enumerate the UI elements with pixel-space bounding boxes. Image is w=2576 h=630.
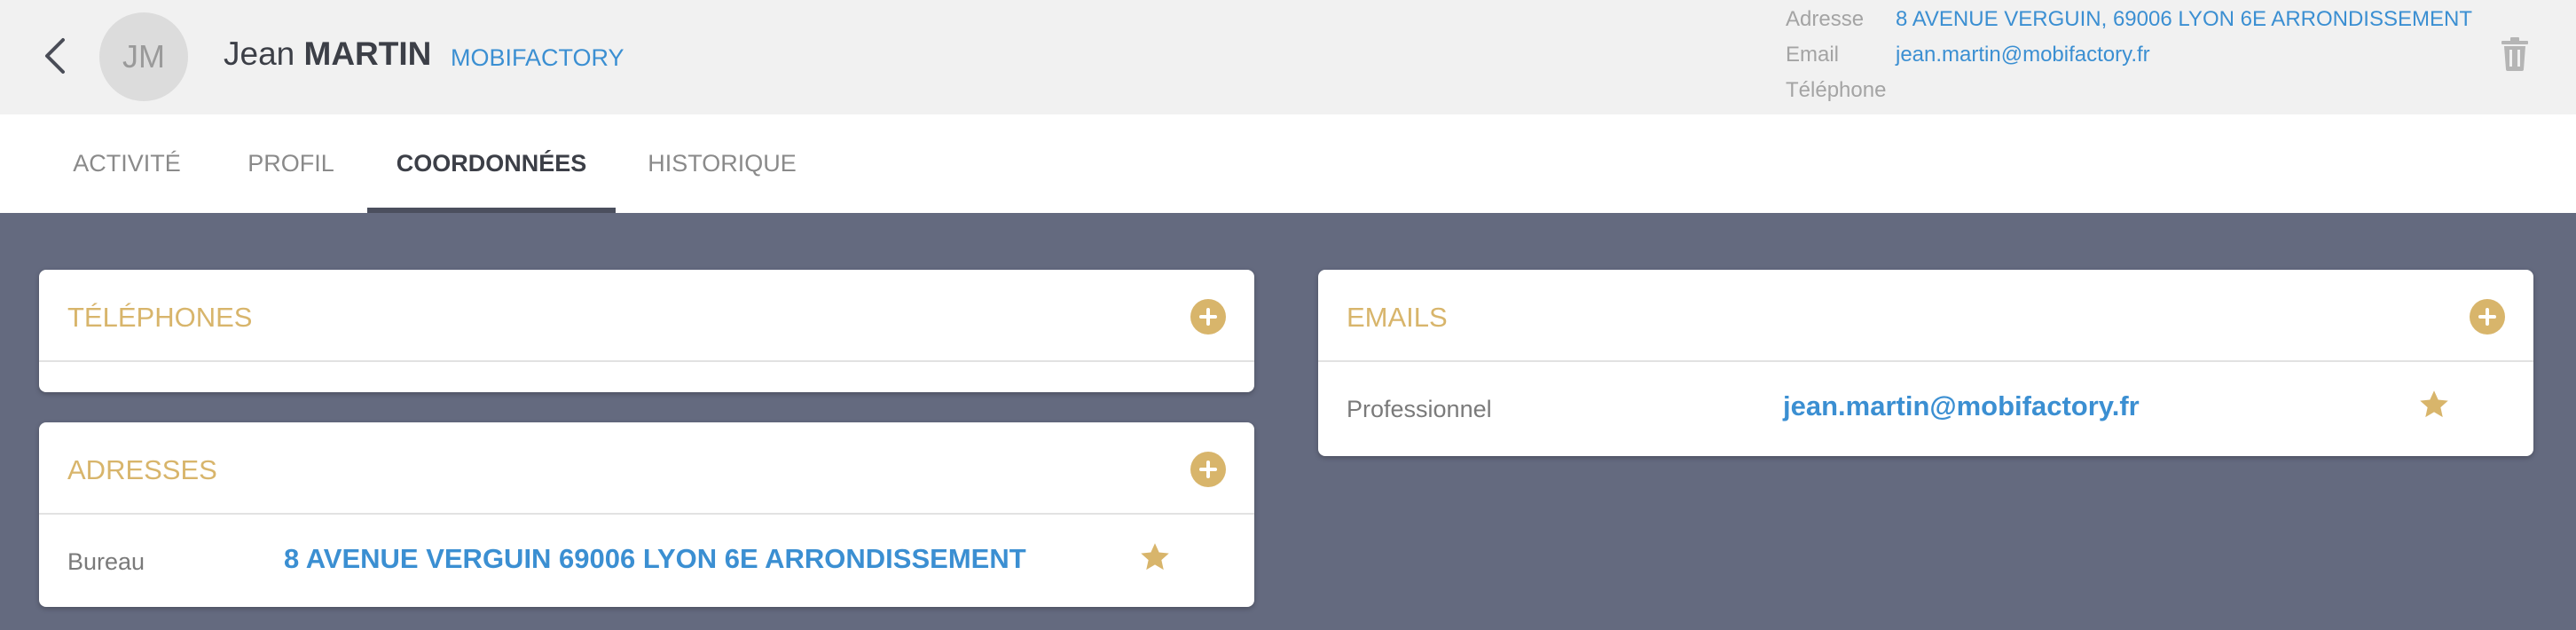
summary-phone-label: Téléphone bbox=[1786, 78, 1887, 102]
favorite-star-icon[interactable] bbox=[1139, 541, 1171, 573]
first-name: Jean bbox=[224, 35, 295, 72]
phones-card-title: TÉLÉPHONES bbox=[67, 302, 253, 333]
email-type-label: Professionnel bbox=[1347, 396, 1492, 422]
phones-card-header: TÉLÉPHONES bbox=[39, 270, 1254, 362]
last-name: MARTIN bbox=[303, 35, 432, 72]
tab-historique[interactable]: HISTORIQUE bbox=[633, 114, 811, 213]
emails-card: EMAILS Professionnel jean.martin@mobifac… bbox=[1318, 270, 2533, 456]
emails-card-header: EMAILS bbox=[1318, 270, 2533, 362]
add-phone-button[interactable] bbox=[1190, 299, 1226, 335]
delete-button[interactable] bbox=[2500, 37, 2530, 71]
contact-summary: Adresse 8 AVENUE VERGUIN, 69006 LYON 6E … bbox=[1786, 2, 2472, 108]
tab-activite[interactable]: ACTIVITÉ bbox=[55, 114, 199, 213]
addresses-card-header: ADRESSES bbox=[39, 422, 1254, 515]
tab-profil[interactable]: PROFIL bbox=[222, 114, 360, 213]
summary-phone-row: Téléphone bbox=[1786, 73, 2472, 108]
summary-email-value[interactable]: jean.martin@mobifactory.fr bbox=[1896, 37, 2150, 73]
addresses-card: ADRESSES Bureau 8 AVENUE VERGUIN 69006 L… bbox=[39, 422, 1254, 607]
summary-address-value[interactable]: 8 AVENUE VERGUIN, 69006 LYON 6E ARRONDIS… bbox=[1896, 2, 2472, 37]
emails-card-title: EMAILS bbox=[1347, 302, 1448, 333]
tab-bar: ACTIVITÉ PROFIL COORDONNÉES HISTORIQUE bbox=[0, 114, 2576, 213]
add-email-button[interactable] bbox=[2470, 299, 2505, 335]
address-type-label: Bureau bbox=[67, 548, 145, 575]
back-button[interactable] bbox=[32, 34, 76, 78]
summary-email-label: Email bbox=[1786, 43, 1840, 67]
summary-address-label: Adresse bbox=[1786, 7, 1865, 31]
email-value[interactable]: jean.martin@mobifactory.fr bbox=[1783, 390, 2140, 422]
contact-name: Jean MARTIN bbox=[224, 35, 431, 73]
summary-address-row: Adresse 8 AVENUE VERGUIN, 69006 LYON 6E … bbox=[1786, 2, 2472, 37]
company-link[interactable]: MOBIFACTORY bbox=[451, 44, 624, 72]
favorite-star-icon[interactable] bbox=[2418, 389, 2450, 421]
contact-header: JM Jean MARTIN MOBIFACTORY Adresse 8 AVE… bbox=[0, 0, 2576, 114]
add-address-button[interactable] bbox=[1190, 452, 1226, 487]
avatar: JM bbox=[99, 12, 188, 101]
addresses-card-title: ADRESSES bbox=[67, 454, 217, 485]
trash-icon bbox=[2501, 37, 2528, 71]
summary-email-row: Email jean.martin@mobifactory.fr bbox=[1786, 37, 2472, 73]
tab-coordonnees[interactable]: COORDONNÉES bbox=[367, 114, 616, 213]
chevron-left-icon bbox=[45, 38, 65, 74]
address-value[interactable]: 8 AVENUE VERGUIN 69006 LYON 6E ARRONDISS… bbox=[284, 543, 1026, 575]
phones-card: TÉLÉPHONES bbox=[39, 270, 1254, 392]
